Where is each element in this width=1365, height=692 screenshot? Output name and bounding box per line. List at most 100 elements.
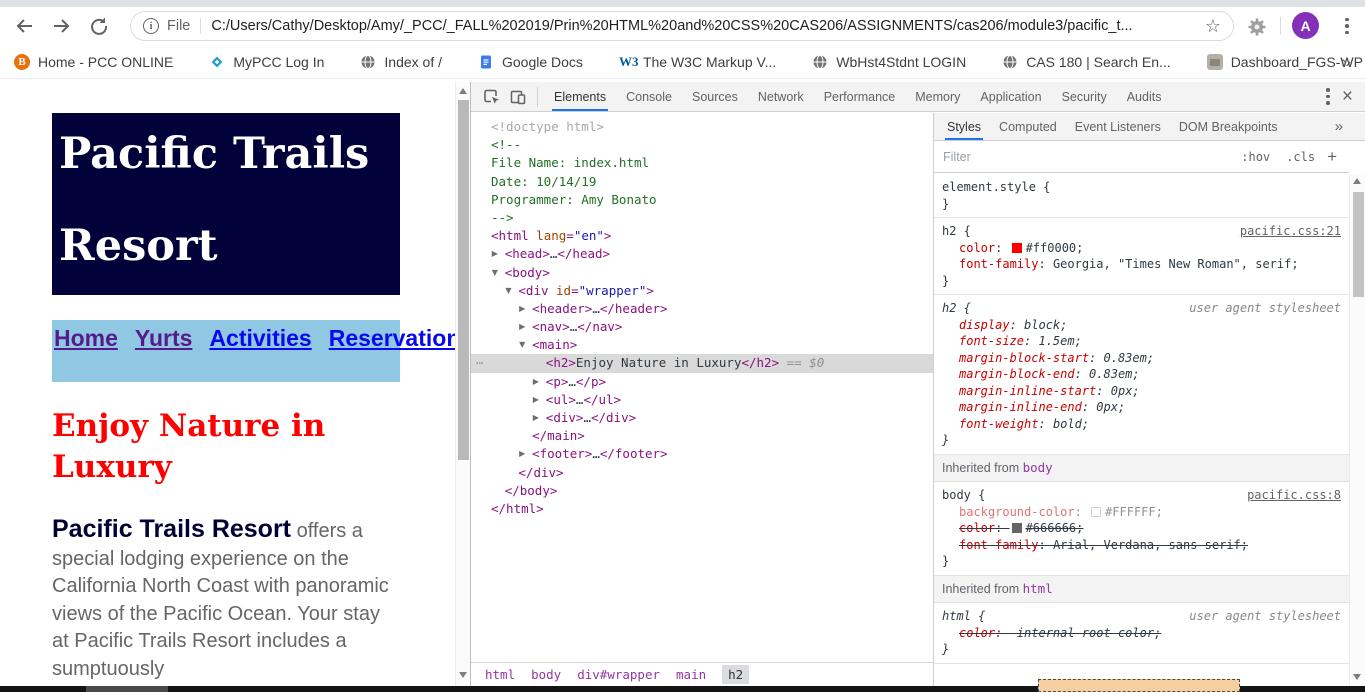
sidebar-tab-computed[interactable]: Computed	[990, 113, 1066, 140]
expander-closed-icon[interactable]: ▶	[533, 373, 539, 391]
bookmark-google-docs[interactable]: Google Docs	[478, 54, 583, 70]
expander-open-icon[interactable]: ▼	[519, 336, 525, 354]
dom-line[interactable]: ▶ <footer>…</footer>	[471, 445, 933, 463]
devtools-tab-security[interactable]: Security	[1052, 82, 1117, 111]
scrollbar-thumb[interactable]	[1352, 192, 1364, 297]
scroll-up-icon[interactable]	[1353, 178, 1361, 184]
inherited-element-link[interactable]: html	[1023, 581, 1053, 596]
dom-line[interactable]: ▶ <header>…</header>	[471, 300, 933, 318]
css-property[interactable]: display: block;	[942, 317, 1341, 334]
expander-closed-icon[interactable]: ▶	[492, 245, 498, 263]
dom-line[interactable]: </main>	[471, 427, 933, 445]
inherited-element-link[interactable]: body	[1023, 460, 1053, 475]
css-property[interactable]: margin-block-start: 0.83em;	[942, 350, 1341, 367]
dom-line[interactable]: <!doctype html>	[471, 118, 933, 136]
css-property[interactable]: color: #666666;	[942, 520, 1341, 537]
devtools-close-icon[interactable]: ×	[1336, 87, 1365, 106]
dom-line[interactable]: <html lang="en">	[471, 227, 933, 245]
devtools-tab-elements[interactable]: Elements	[544, 82, 616, 111]
devtools-tab-application[interactable]: Application	[970, 82, 1051, 111]
classes-button[interactable]: .cls	[1278, 150, 1323, 164]
stylesheet-source-link[interactable]: pacific.css:21	[1240, 223, 1341, 240]
devtools-tab-console[interactable]: Console	[616, 82, 682, 111]
bookmark-mypcc-log-in[interactable]: MyPCC Log In	[209, 54, 324, 70]
row-menu-ellipsis-icon[interactable]: ⋯	[476, 354, 485, 372]
dom-line[interactable]: File Name: index.html	[471, 154, 933, 172]
browser-menu-icon[interactable]	[1338, 16, 1356, 36]
devtools-menu-icon[interactable]	[1320, 88, 1336, 105]
dom-line[interactable]: Date: 10/14/19	[471, 173, 933, 191]
css-property[interactable]: color: -internal-root-color;	[942, 625, 1341, 642]
url-text[interactable]: C:/Users/Cathy/Desktop/Amy/_PCC/_FALL%20…	[211, 18, 1196, 34]
dom-line[interactable]: -->	[471, 209, 933, 227]
scroll-up-icon[interactable]	[459, 88, 467, 94]
bookmark-the-w3c-markup-v[interactable]: W3 The W3C Markup V...	[619, 54, 776, 70]
nav-link-activities[interactable]: Activities	[209, 325, 311, 351]
breadcrumb-item-body[interactable]: body	[531, 667, 561, 682]
expander-closed-icon[interactable]: ▶	[519, 445, 525, 463]
dom-line[interactable]: ▶ <head>…</head>	[471, 245, 933, 263]
dom-line[interactable]: ▶ <ul>…</ul>	[471, 391, 933, 409]
extensions-icon[interactable]	[1246, 16, 1268, 38]
bookmark-dashboard-fgs-wp[interactable]: Dashboard_FGS-WP	[1206, 53, 1363, 70]
device-toolbar-icon[interactable]	[505, 84, 531, 110]
devtools-tab-performance[interactable]: Performance	[814, 82, 906, 111]
dom-line[interactable]: <!--	[471, 136, 933, 154]
devtools-tab-memory[interactable]: Memory	[905, 82, 970, 111]
styles-filter-input[interactable]: Filter	[934, 150, 1233, 164]
breadcrumb-item-h2[interactable]: h2	[722, 665, 750, 684]
nav-link-reservations[interactable]: Reservations	[329, 325, 455, 351]
bookmark-index-of[interactable]: Index of /	[360, 54, 442, 70]
profile-avatar[interactable]: A	[1292, 12, 1319, 39]
color-swatch[interactable]	[1091, 506, 1102, 517]
back-button[interactable]	[13, 15, 35, 37]
new-style-rule-button[interactable]: +	[1323, 147, 1349, 167]
css-property[interactable]: margin-block-end: 0.83em;	[942, 366, 1341, 383]
scroll-down-icon[interactable]	[1353, 674, 1361, 680]
expander-closed-icon[interactable]: ▶	[533, 391, 539, 409]
color-swatch[interactable]	[1011, 523, 1022, 533]
breadcrumb-item-div-wrapper[interactable]: div#wrapper	[577, 667, 660, 682]
page-scrollbar[interactable]	[455, 82, 470, 686]
dom-line[interactable]: ▶ <div>…</div>	[471, 409, 933, 427]
bookmark-star-icon[interactable]: ☆	[1205, 16, 1221, 37]
color-swatch[interactable]	[1011, 242, 1022, 253]
dom-line[interactable]: </div>	[471, 464, 933, 482]
refresh-button[interactable]	[88, 15, 110, 37]
css-property[interactable]: font-family: Arial, Verdana, sans-serif;	[942, 537, 1341, 554]
styles-scrollbar[interactable]	[1349, 174, 1365, 686]
dom-line[interactable]: ▼ <body>	[471, 264, 933, 282]
breadcrumb-item-html[interactable]: html	[485, 667, 515, 682]
dom-line[interactable]: ⋯ <h2>Enjoy Nature in Luxury</h2> == $0	[471, 354, 933, 373]
sidebar-tab-dom-breakpoints[interactable]: DOM Breakpoints	[1170, 113, 1287, 140]
scrollbar-thumb[interactable]	[458, 100, 469, 460]
breadcrumb-item-main[interactable]: main	[676, 667, 706, 682]
expander-open-icon[interactable]: ▼	[492, 264, 498, 282]
sidebar-more-chevron[interactable]: »	[1335, 118, 1365, 135]
css-property[interactable]: margin-inline-start: 0px;	[942, 383, 1341, 400]
dom-line[interactable]: ▼ <div id="wrapper">	[471, 282, 933, 300]
expander-closed-icon[interactable]: ▶	[533, 409, 539, 427]
nav-link-yurts[interactable]: Yurts	[135, 325, 193, 351]
devtools-tab-sources[interactable]: Sources	[682, 82, 748, 111]
css-property[interactable]: margin-inline-end: 0px;	[942, 399, 1341, 416]
css-property[interactable]: color: #ff0000;	[942, 240, 1341, 257]
devtools-tab-network[interactable]: Network	[748, 82, 814, 111]
stylesheet-source-link[interactable]: pacific.css:8	[1247, 487, 1341, 504]
address-bar[interactable]: i File C:/Users/Cathy/Desktop/Amy/_PCC/_…	[130, 11, 1234, 41]
sidebar-tab-event-listeners[interactable]: Event Listeners	[1066, 113, 1170, 140]
bookmark-cas-180-search-en[interactable]: CAS 180 | Search En...	[1002, 54, 1171, 70]
bookmark-wbhst4stdnt-login[interactable]: WbHst4Stdnt LOGIN	[812, 54, 966, 70]
css-property[interactable]: font-weight: bold;	[942, 416, 1341, 433]
bookmark-home-pcc-online[interactable]: B Home - PCC ONLINE	[14, 53, 173, 70]
rule-selector[interactable]: element.style {	[942, 179, 1341, 196]
inspect-element-icon[interactable]	[479, 84, 505, 110]
nav-link-home[interactable]: Home	[54, 325, 118, 351]
expander-open-icon[interactable]: ▼	[505, 282, 511, 300]
css-property[interactable]: font-size: 1.5em;	[942, 333, 1341, 350]
dom-line[interactable]: </html>	[471, 500, 933, 518]
css-property[interactable]: background-color: #FFFFFF;	[942, 504, 1341, 521]
expander-closed-icon[interactable]: ▶	[519, 318, 525, 336]
dom-line[interactable]: ▼ <main>	[471, 336, 933, 354]
devtools-tab-audits[interactable]: Audits	[1117, 82, 1172, 111]
